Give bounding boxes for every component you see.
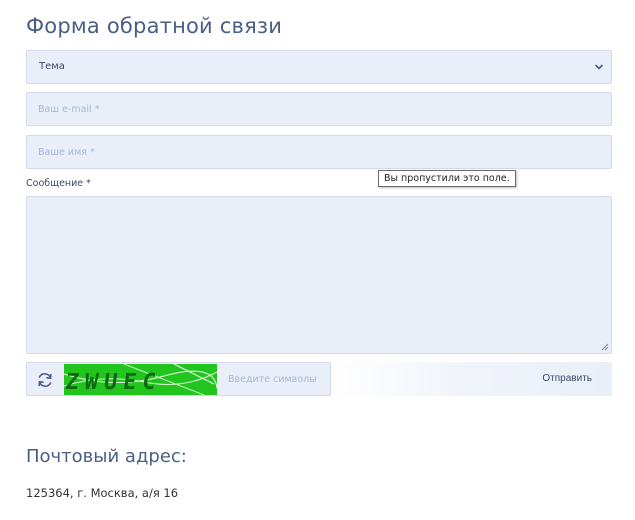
message-textarea[interactable] (26, 196, 612, 354)
postal-address: 125364, г. Москва, а/я 16 (26, 486, 179, 500)
captcha-text: ZWUEC (64, 369, 163, 395)
postal-address-title: Почтовый адрес: (26, 446, 187, 467)
topic-select[interactable]: Тема (26, 50, 612, 84)
topic-select-value: Тема (39, 61, 65, 72)
email-field[interactable]: Ваш e-mail * (26, 92, 612, 126)
submit-button[interactable]: Отправить (331, 362, 612, 396)
validation-tooltip: Вы пропустили это поле. (378, 170, 516, 187)
message-label: Сообщение * (26, 178, 91, 189)
captcha-image: ZWUEC (64, 364, 217, 395)
captcha-input-placeholder[interactable]: Введите символы (228, 374, 317, 385)
refresh-icon[interactable] (36, 371, 54, 389)
name-field[interactable]: Ваше имя * (26, 135, 612, 169)
captcha-container: ZWUEC Введите символы (26, 362, 331, 396)
resize-grip-icon[interactable] (600, 342, 609, 351)
name-placeholder: Ваше имя * (38, 147, 95, 158)
form-title: Форма обратной связи (26, 14, 283, 38)
submit-label: Отправить (542, 373, 592, 384)
chevron-down-icon (595, 64, 603, 70)
email-placeholder: Ваш e-mail * (38, 104, 100, 115)
